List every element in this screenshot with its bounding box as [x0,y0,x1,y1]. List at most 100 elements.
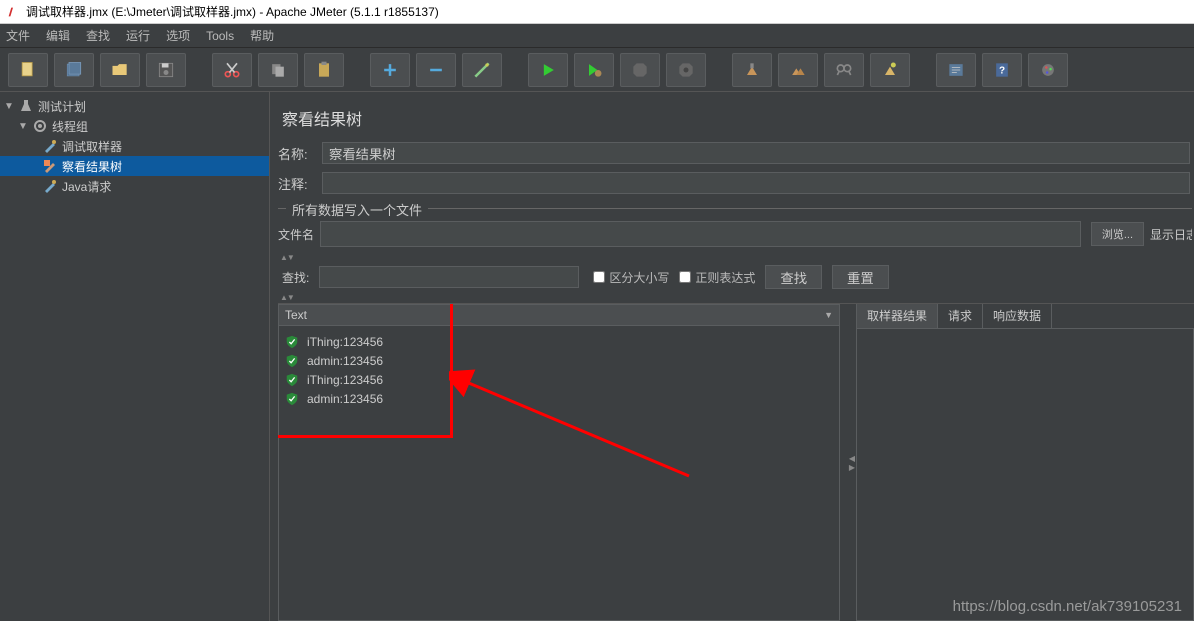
copy-button[interactable] [258,53,298,87]
collapse-icon[interactable]: ▼ [18,121,28,132]
tree-node-view-results[interactable]: 察看结果树 [0,156,269,176]
menu-help[interactable]: 帮助 [250,27,274,44]
search-row: 查找: 区分大小写 正则表达式 查找 重置 [278,261,1194,293]
horizontal-grip[interactable]: ▲▼ [278,253,1194,261]
start-button[interactable] [528,53,568,87]
themes-button[interactable] [1028,53,1068,87]
results-right: 取样器结果 请求 响应数据 [856,304,1194,621]
shutdown-button[interactable] [666,53,706,87]
tab-request[interactable]: 请求 [937,303,983,328]
cut-button[interactable] [212,53,252,87]
result-item[interactable]: iThing:123456 [285,370,833,389]
tree-root[interactable]: ▼ 测试计划 [0,96,269,116]
tab-body [856,328,1194,621]
result-list: iThing:123456 admin:123456 iThing:123456… [278,326,840,621]
window-title: 调试取样器.jmx (E:\Jmeter\调试取样器.jmx) - Apache… [26,3,439,20]
reset-search-button[interactable] [870,53,910,87]
success-icon [285,335,299,349]
toggle-button[interactable] [462,53,502,87]
app-icon [6,5,20,19]
open-button[interactable] [100,53,140,87]
filename-input[interactable] [320,221,1081,247]
tree-node-label: 察看结果树 [62,158,122,175]
tree-group-label: 线程组 [52,118,88,135]
sampler-icon [42,178,58,194]
tree-node-debug-sampler[interactable]: 调试取样器 [0,136,269,156]
search-button[interactable] [824,53,864,87]
collapse-icon[interactable]: ▼ [4,101,14,112]
paste-button[interactable] [304,53,344,87]
results-icon [42,158,58,174]
tree-node-label: Java请求 [62,178,111,195]
result-tabs: 取样器结果 请求 响应数据 [856,304,1194,328]
save-button[interactable] [146,53,186,87]
main-area: ▼ 测试计划 ▼ 线程组 调试取样器 察看结果树 Java请求 察看结果树 名称… [0,92,1194,621]
content-panel: 察看结果树 名称: 注释: 所有数据写入一个文件 文件名 浏览... 显示日志 … [270,92,1194,621]
tab-sampler-result[interactable]: 取样器结果 [856,303,938,328]
function-helper-button[interactable] [936,53,976,87]
sampler-icon [42,138,58,154]
file-fieldset: 所有数据写入一个文件 文件名 浏览... 显示日志 [278,208,1192,249]
menu-run[interactable]: 运行 [126,27,150,44]
menu-options[interactable]: 选项 [166,27,190,44]
result-label: admin:123456 [307,392,383,406]
start-no-pause-button[interactable] [574,53,614,87]
search-button[interactable]: 查找 [765,265,822,289]
window-titlebar: 调试取样器.jmx (E:\Jmeter\调试取样器.jmx) - Apache… [0,0,1194,24]
new-button[interactable] [8,53,48,87]
results-left: Text ▼ iThing:123456 admin:123456 iThing… [278,304,848,621]
file-fieldset-label: 所有数据写入一个文件 [286,200,428,219]
menu-tools[interactable]: Tools [206,29,234,43]
menu-search[interactable]: 查找 [86,27,110,44]
result-label: iThing:123456 [307,335,383,349]
results-area: Text ▼ iThing:123456 admin:123456 iThing… [278,303,1194,621]
regex-checkbox[interactable]: 正则表达式 [679,269,755,286]
success-icon [285,354,299,368]
comment-label: 注释: [278,174,322,193]
watermark: https://blog.csdn.net/ak739105231 [953,598,1182,615]
name-row: 名称: [278,140,1194,166]
clear-all-button[interactable] [778,53,818,87]
tree-node-java-request[interactable]: Java请求 [0,176,269,196]
success-icon [285,392,299,406]
tree-node-label: 调试取样器 [62,138,122,155]
browse-button[interactable]: 浏览... [1091,222,1144,246]
tab-response[interactable]: 响应数据 [982,303,1052,328]
templates-button[interactable] [54,53,94,87]
help-button[interactable]: ? [982,53,1022,87]
search-input[interactable] [319,266,579,288]
show-log-label: 显示日志 [1150,226,1192,243]
result-label: admin:123456 [307,354,383,368]
name-label: 名称: [278,144,322,163]
horizontal-grip[interactable]: ▲▼ [278,293,1194,301]
tree-thread-group[interactable]: ▼ 线程组 [0,116,269,136]
gear-icon [32,118,48,134]
result-item[interactable]: admin:123456 [285,389,833,408]
toolbar: ? [0,48,1194,92]
collapse-button[interactable] [416,53,456,87]
chevron-down-icon: ▼ [824,310,833,320]
menubar: 文件 编辑 查找 运行 选项 Tools 帮助 [0,24,1194,48]
menu-file[interactable]: 文件 [6,27,30,44]
menu-edit[interactable]: 编辑 [46,27,70,44]
expand-button[interactable] [370,53,410,87]
vertical-grip[interactable]: ◀▶ [848,304,856,621]
result-label: iThing:123456 [307,373,383,387]
renderer-dropdown[interactable]: Text ▼ [278,304,840,326]
reset-button[interactable]: 重置 [832,265,889,289]
comment-input[interactable] [322,172,1190,194]
test-plan-tree: ▼ 测试计划 ▼ 线程组 调试取样器 察看结果树 Java请求 [0,92,270,621]
filename-label: 文件名 [278,226,314,243]
result-item[interactable]: admin:123456 [285,351,833,370]
name-input[interactable] [322,142,1190,164]
flask-icon [18,98,34,114]
dropdown-value: Text [285,308,307,322]
clear-button[interactable] [732,53,772,87]
svg-text:?: ? [999,65,1005,76]
result-item[interactable]: iThing:123456 [285,332,833,351]
comment-row: 注释: [278,170,1194,196]
search-label: 查找: [282,269,309,286]
case-checkbox[interactable]: 区分大小写 [593,269,669,286]
stop-button[interactable] [620,53,660,87]
success-icon [285,373,299,387]
